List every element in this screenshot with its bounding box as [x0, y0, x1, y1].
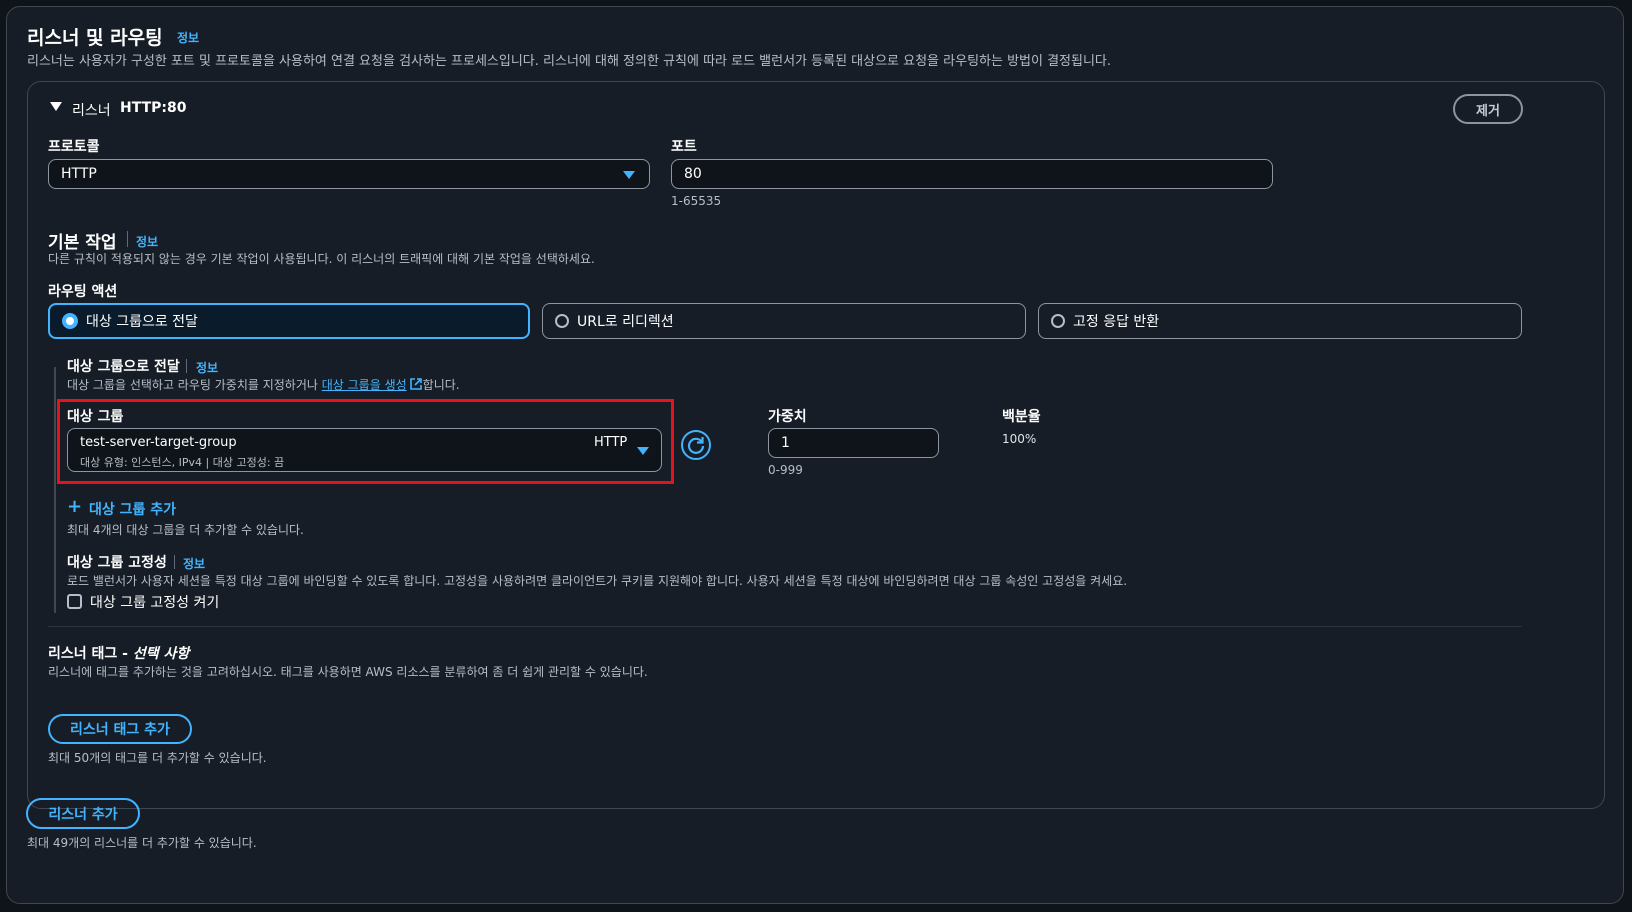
refresh-icon[interactable] — [680, 429, 712, 461]
routing-option-fixed-response[interactable]: 고정 응답 반환 — [1038, 303, 1522, 339]
add-listener-hint: 최대 49개의 리스너를 더 추가할 수 있습니다. — [27, 836, 257, 850]
weight-input[interactable]: 1 — [768, 428, 939, 458]
add-target-group-button[interactable]: 대상 그룹 추가 — [89, 499, 176, 519]
radio-icon — [1051, 314, 1065, 328]
routing-option-redirect[interactable]: URL로 리디렉션 — [542, 303, 1026, 339]
default-action-info-link[interactable]: 정보 — [136, 233, 158, 250]
listener-label: 리스너 — [72, 103, 111, 119]
weight-value: 1 — [781, 435, 790, 451]
default-action-description: 다른 규칙이 적용되지 않는 경우 기본 작업이 사용됩니다. 이 리스너의 트… — [48, 252, 595, 266]
divider — [48, 626, 1522, 627]
divider — [127, 231, 128, 247]
port-hint: 1-65535 — [671, 194, 722, 208]
section-description: 리스너는 사용자가 구성한 포트 및 프로토콜을 사용하여 연결 요청을 검사하… — [27, 54, 1112, 69]
routing-action-label: 라우팅 액션 — [48, 284, 118, 300]
stickiness-info-link[interactable]: 정보 — [183, 555, 205, 572]
listener-card: 리스너 HTTP:80 제거 프로토콜 HTTP 포트 80 1-65535 기… — [27, 81, 1605, 809]
add-target-group-hint: 최대 4개의 대상 그룹을 더 추가할 수 있습니다. — [67, 523, 304, 537]
external-link-icon — [409, 378, 422, 390]
divider — [174, 555, 175, 569]
listeners-routing-panel: 리스너 및 라우팅 정보 리스너는 사용자가 구성한 포트 및 프로토콜을 사용… — [6, 6, 1624, 904]
section-title: 리스너 및 라우팅 — [27, 27, 163, 49]
weight-label: 가중치 — [768, 409, 807, 425]
protocol-select[interactable]: HTTP — [48, 159, 650, 189]
percent-label: 백분율 — [1002, 409, 1041, 425]
forward-info-link[interactable]: 정보 — [196, 359, 218, 376]
divider — [186, 359, 187, 373]
stickiness-checkbox-label: 대상 그룹 고정성 켜기 — [90, 595, 220, 611]
add-listener-tag-button[interactable]: 리스너 태그 추가 — [48, 714, 192, 744]
stickiness-checkbox[interactable] — [67, 594, 82, 609]
tags-title: 리스너 태그 - 선택 사항 — [48, 646, 190, 662]
routing-option-label: URL로 리디렉션 — [577, 314, 674, 330]
routing-option-forward[interactable]: 대상 그룹으로 전달 — [48, 303, 530, 339]
create-target-group-link[interactable]: 대상 그룹을 생성 — [322, 378, 407, 392]
port-input[interactable]: 80 — [671, 159, 1273, 189]
listener-name: HTTP:80 — [120, 100, 187, 116]
port-value: 80 — [684, 166, 702, 182]
radio-icon — [555, 314, 569, 328]
forward-description: 대상 그룹을 선택하고 라우팅 가중치를 지정하거나 대상 그룹을 생성 합니다. — [67, 378, 460, 392]
routing-option-label: 대상 그룹으로 전달 — [86, 314, 198, 330]
remove-listener-button[interactable]: 제거 — [1453, 94, 1523, 124]
tags-description: 리스너에 태그를 추가하는 것을 고려하십시오. 태그를 사용하면 AWS 리소… — [48, 665, 648, 679]
tags-optional: 선택 사항 — [132, 646, 190, 662]
add-listener-button[interactable]: 리스너 추가 — [26, 798, 140, 829]
forward-section-border — [54, 367, 56, 613]
chevron-down-icon — [623, 171, 635, 179]
radio-selected-icon — [62, 313, 78, 329]
collapse-caret-icon[interactable] — [50, 102, 62, 111]
section-info-link[interactable]: 정보 — [177, 29, 199, 46]
protocol-label: 프로토콜 — [48, 139, 100, 155]
weight-hint: 0-999 — [768, 463, 803, 477]
stickiness-description: 로드 밸런서가 사용자 세션을 특정 대상 그룹에 바인딩할 수 있도록 합니다… — [67, 574, 1128, 588]
forward-title: 대상 그룹으로 전달 — [67, 359, 180, 375]
routing-option-label: 고정 응답 반환 — [1073, 314, 1160, 330]
port-label: 포트 — [671, 139, 697, 155]
highlight-box — [57, 399, 674, 484]
protocol-value: HTTP — [61, 166, 97, 182]
plus-icon: + — [67, 496, 83, 517]
stickiness-title: 대상 그룹 고정성 — [67, 555, 167, 571]
tags-hint: 최대 50개의 태그를 더 추가할 수 있습니다. — [48, 751, 267, 765]
percent-value: 100% — [1002, 432, 1037, 446]
